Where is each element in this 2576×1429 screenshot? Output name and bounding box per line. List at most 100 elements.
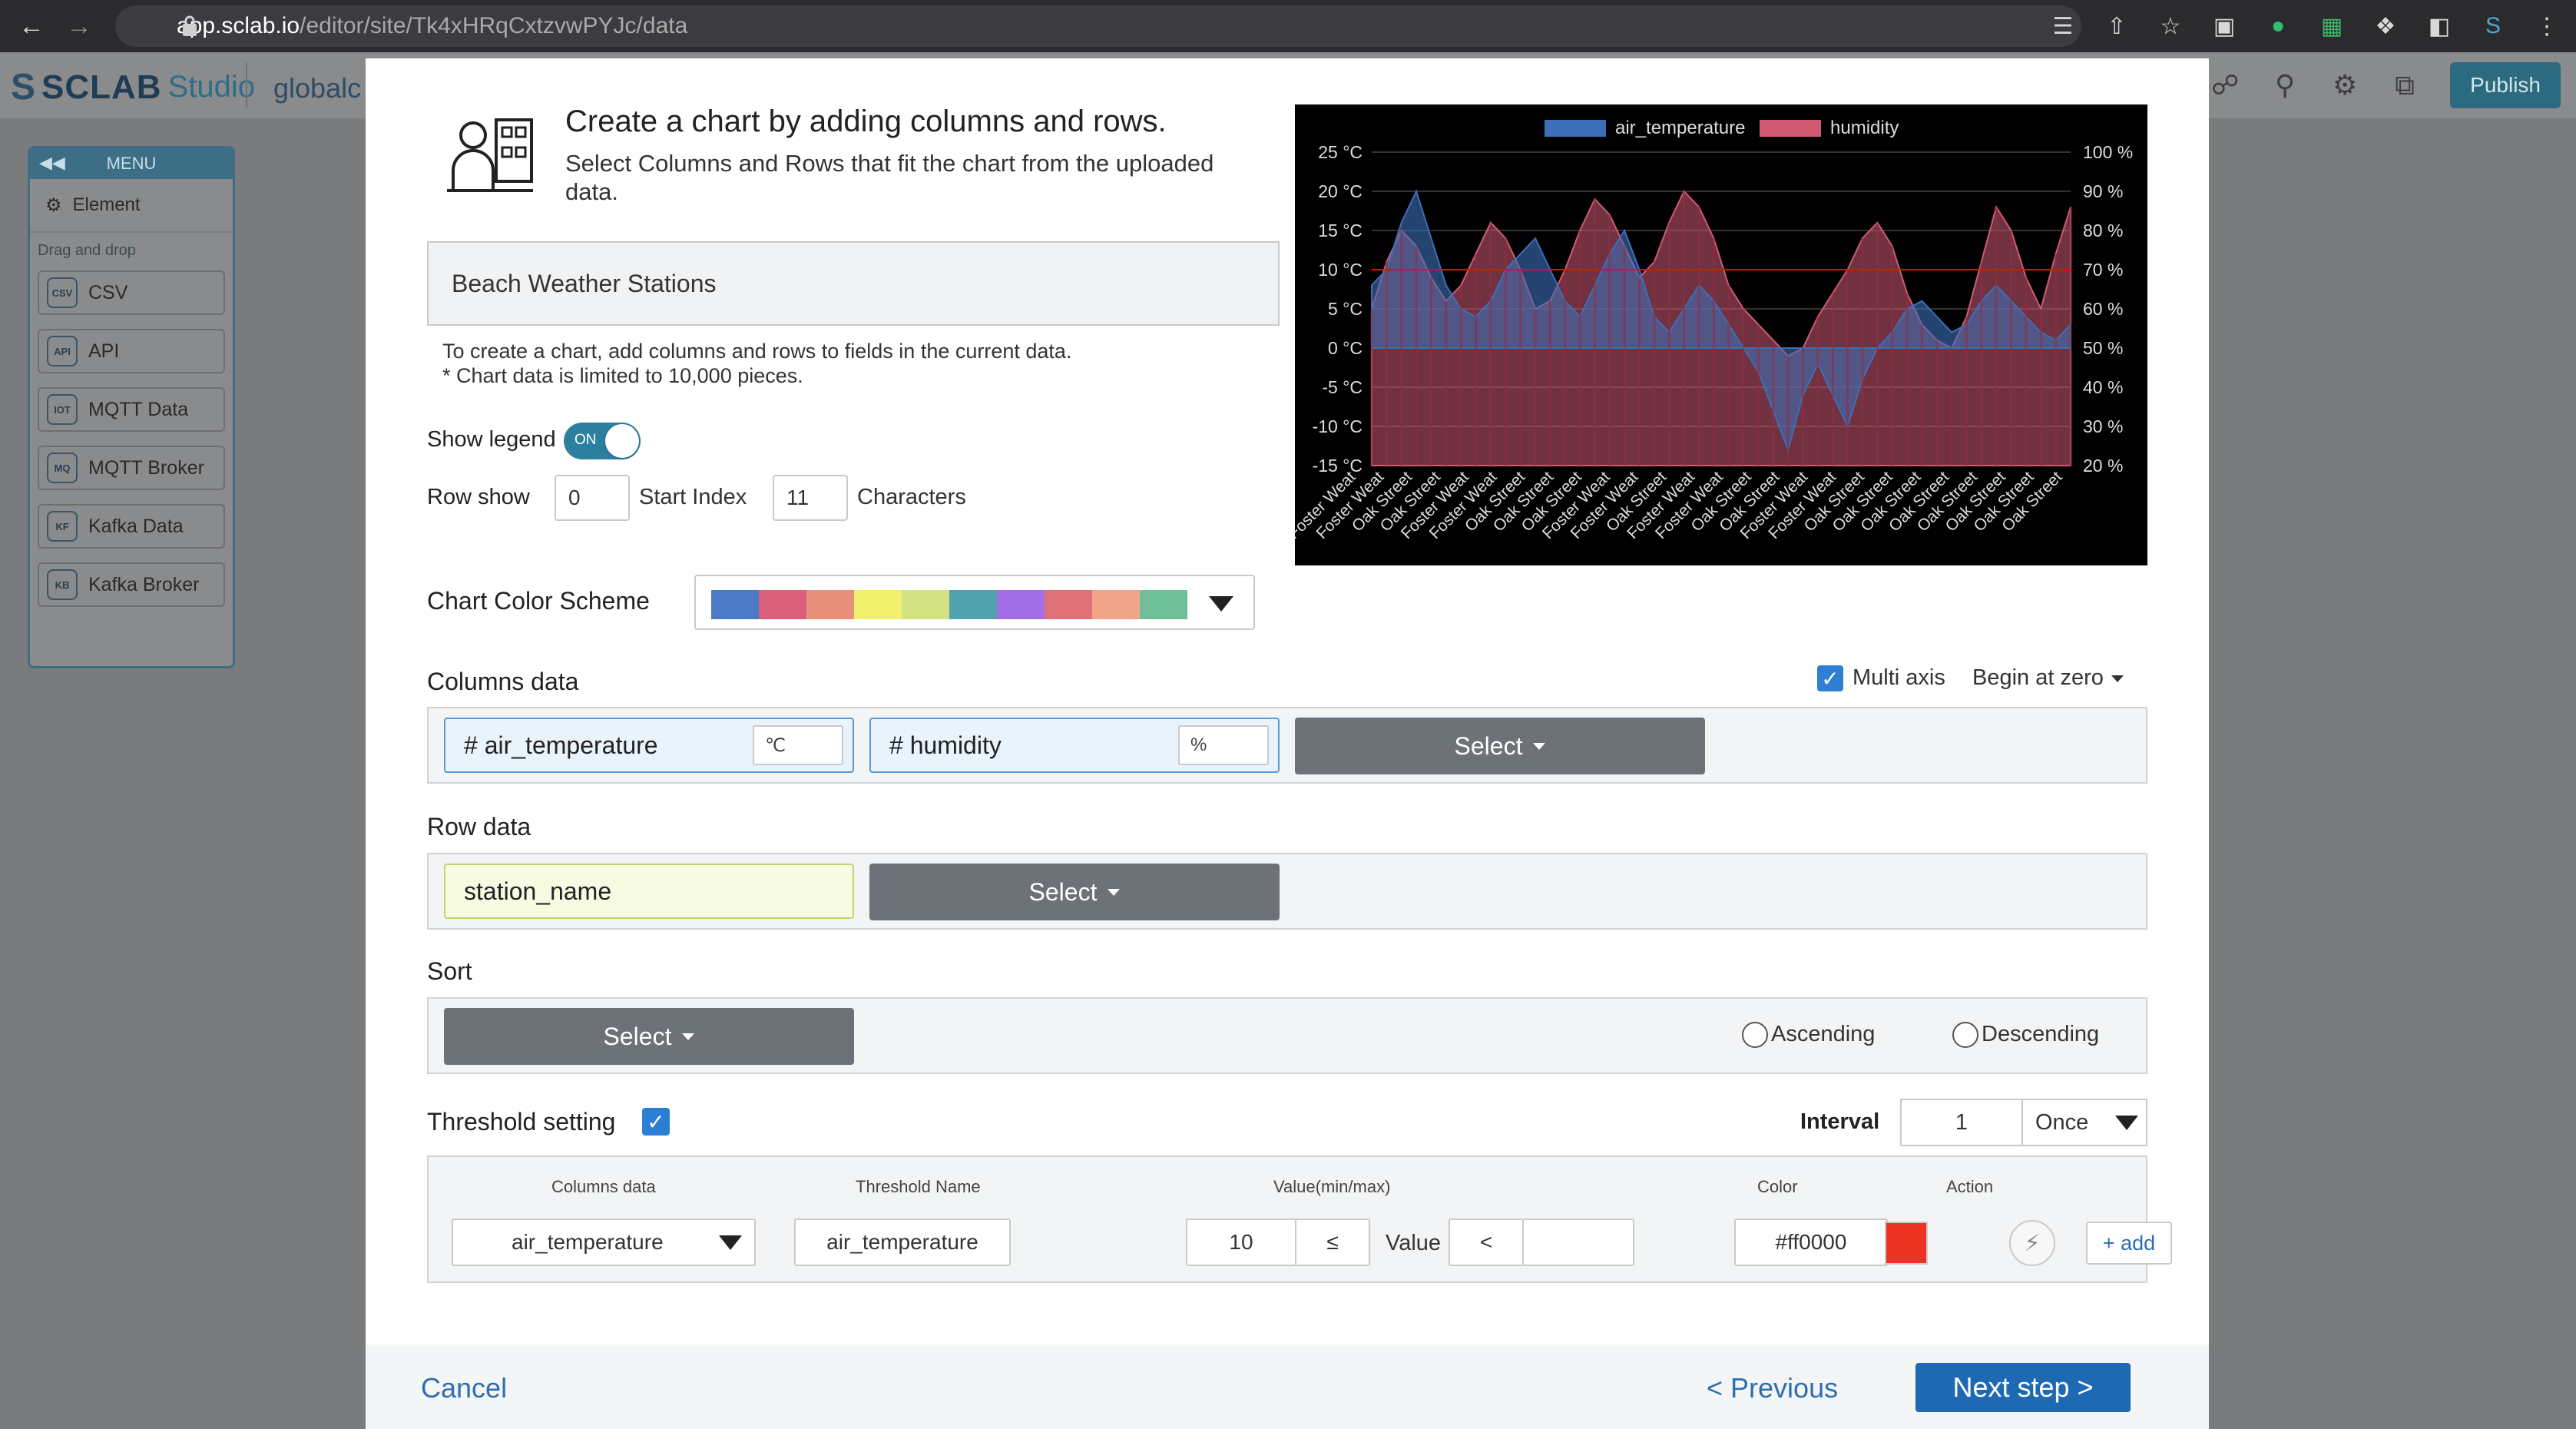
menu-item-label: MQTT Data [88, 398, 189, 420]
sclab-extension-icon[interactable]: S [2479, 12, 2507, 40]
color-scheme-label: Chart Color Scheme [427, 587, 650, 615]
scheme-swatch-9 [1140, 590, 1187, 619]
threshold-add-button[interactable]: + add [2086, 1222, 2172, 1265]
scheme-swatch-2 [806, 590, 854, 619]
ascending-radio[interactable] [1742, 1022, 1768, 1048]
iot-icon: IOT [47, 394, 78, 425]
legend-swatch-humidity [1760, 120, 1821, 137]
translate-icon[interactable]: ☰ [2049, 12, 2077, 40]
lightning-icon[interactable]: ⚡ [2009, 1220, 2055, 1266]
threshold-max-operator[interactable]: < [1449, 1218, 1524, 1266]
forward-arrow-icon[interactable]: → [63, 10, 95, 42]
caret-down-icon [2115, 1116, 2138, 1130]
menu-item-mqtt-data[interactable]: IOT MQTT Data [38, 387, 225, 432]
limit-note: * Chart data is limited to 10,000 pieces… [442, 364, 803, 387]
menu-item-kafka-data[interactable]: KF Kafka Data [38, 504, 225, 549]
fullscreen-icon[interactable]: ⧉ [2375, 52, 2435, 118]
menu-title: MENU [106, 154, 157, 173]
drag-drop-label: Drag and drop [38, 242, 136, 259]
caret-down-icon [1209, 596, 1233, 612]
menu-item-csv[interactable]: CSV CSV [38, 270, 225, 315]
threshold-color-swatch[interactable] [1885, 1222, 1928, 1265]
select-label: Select [603, 1022, 672, 1050]
sidebar-icon[interactable]: ◧ [2425, 12, 2453, 40]
url-path: /editor/site/Tk4xHRqCxtzvwPYJc/data [300, 13, 688, 38]
threshold-header-color: Color [1757, 1177, 1798, 1196]
y-right-tick: 60 % [2083, 299, 2123, 319]
unlock-icon[interactable]: ⚲ [2255, 52, 2315, 118]
threshold-max-input[interactable] [1522, 1218, 1634, 1266]
puzzle-icon[interactable]: ❖ [2372, 12, 2399, 40]
unit-input[interactable]: % [1178, 725, 1269, 765]
interval-unit-select[interactable]: Once [2021, 1099, 2147, 1146]
color-scheme-select[interactable] [694, 575, 1255, 630]
column-select-button[interactable]: Select [1295, 718, 1705, 774]
lock-icon [183, 15, 197, 36]
camera-icon[interactable]: ▣ [2210, 12, 2238, 40]
menu-item-label: Kafka Data [88, 515, 184, 537]
threshold-column-select[interactable]: air_temperature [452, 1218, 756, 1266]
site-name[interactable]: globalc [273, 72, 361, 104]
show-legend-label: Show legend [427, 427, 556, 452]
column-chip-humidity[interactable]: # humidity % [869, 718, 1280, 773]
begin-at-zero-label: Begin at zero [1972, 665, 2104, 690]
y-left-tick: -10 °C [1313, 416, 1362, 436]
collapse-icon[interactable]: ◀◀ [39, 153, 65, 173]
start-index-label: Start Index [639, 485, 747, 509]
begin-at-zero-dropdown[interactable]: Begin at zero [1972, 665, 2124, 691]
row-select-button[interactable]: Select [869, 864, 1280, 920]
broker-icon: MQ [47, 453, 78, 483]
threshold-color-input[interactable]: #ff0000 [1734, 1218, 1888, 1266]
sort-select-button[interactable]: Select [444, 1008, 854, 1065]
menu-item-mqtt-broker[interactable]: MQ MQTT Broker [38, 446, 225, 490]
start-index-input[interactable]: 0 [555, 475, 630, 521]
scheme-swatch-8 [1092, 590, 1140, 619]
logo-mark-icon: S [11, 67, 36, 108]
y-right-tick: 20 % [2083, 456, 2123, 476]
row-data-label: Row data [427, 813, 531, 840]
y-left-tick: -15 °C [1313, 456, 1362, 476]
show-legend-toggle[interactable]: ON [564, 423, 641, 459]
row-chip-station-name[interactable]: station_name [444, 864, 854, 919]
menu-element[interactable]: ⚙ Element [30, 179, 233, 233]
bookmark-star-icon[interactable]: ☆ [2157, 12, 2184, 40]
multi-axis-checkbox[interactable]: ✓ [1817, 665, 1843, 691]
threshold-name-input[interactable]: air_temperature [794, 1218, 1011, 1266]
scheme-swatch-6 [997, 590, 1045, 619]
api-icon: API [47, 336, 78, 366]
modal-subtitle: Select Columns and Rows that fit the cha… [565, 150, 1214, 205]
settings-gear-icon[interactable]: ⚙ [2315, 52, 2375, 118]
cancel-button[interactable]: Cancel [421, 1372, 507, 1404]
grammarly-icon[interactable]: ● [2264, 12, 2292, 40]
caret-down-icon [2111, 675, 2124, 682]
threshold-checkbox[interactable]: ✓ [642, 1108, 670, 1136]
threshold-min-operator[interactable]: ≤ [1295, 1218, 1370, 1266]
y-right-tick: 80 % [2083, 220, 2123, 240]
kafka-broker-icon: KB [47, 569, 78, 600]
interval-input[interactable]: 1 [1900, 1099, 2023, 1146]
unit-input[interactable]: ℃ [753, 725, 843, 765]
descending-radio[interactable] [1952, 1022, 1978, 1048]
menu-item-kafka-broker[interactable]: KB Kafka Broker [38, 562, 225, 607]
threshold-min-input[interactable]: 10 [1186, 1218, 1296, 1266]
threshold-header-action: Action [1946, 1177, 1994, 1196]
threshold-panel: Columns data Threshold Name Value(min/ma… [427, 1155, 2172, 1283]
y-right-tick: 100 % [2083, 142, 2133, 162]
caret-down-icon [719, 1235, 742, 1250]
menu-element-label: Element [72, 194, 141, 215]
publish-button[interactable]: Publish [2450, 62, 2561, 108]
extension-green-icon[interactable]: ▦ [2318, 12, 2346, 40]
y-left-tick: -5 °C [1322, 377, 1362, 397]
back-arrow-icon[interactable]: ← [15, 10, 48, 42]
caret-down-icon [682, 1033, 695, 1040]
address-bar[interactable]: app.sclab.io/editor/site/Tk4xHRqCxtzvwPY… [115, 5, 2081, 47]
scheme-swatch-5 [949, 590, 997, 619]
share-icon[interactable]: ⇧ [2103, 12, 2131, 40]
previous-button[interactable]: < Previous [1707, 1372, 1838, 1404]
column-chip-air-temperature[interactable]: # air_temperature ℃ [444, 718, 854, 773]
row-panel: station_name Select [427, 853, 2147, 930]
more-vertical-icon[interactable]: ⋮ [2533, 12, 2561, 40]
menu-item-api[interactable]: API API [38, 329, 225, 373]
characters-input[interactable]: 11 [773, 475, 848, 521]
next-step-button[interactable]: Next step > [1915, 1363, 2131, 1412]
